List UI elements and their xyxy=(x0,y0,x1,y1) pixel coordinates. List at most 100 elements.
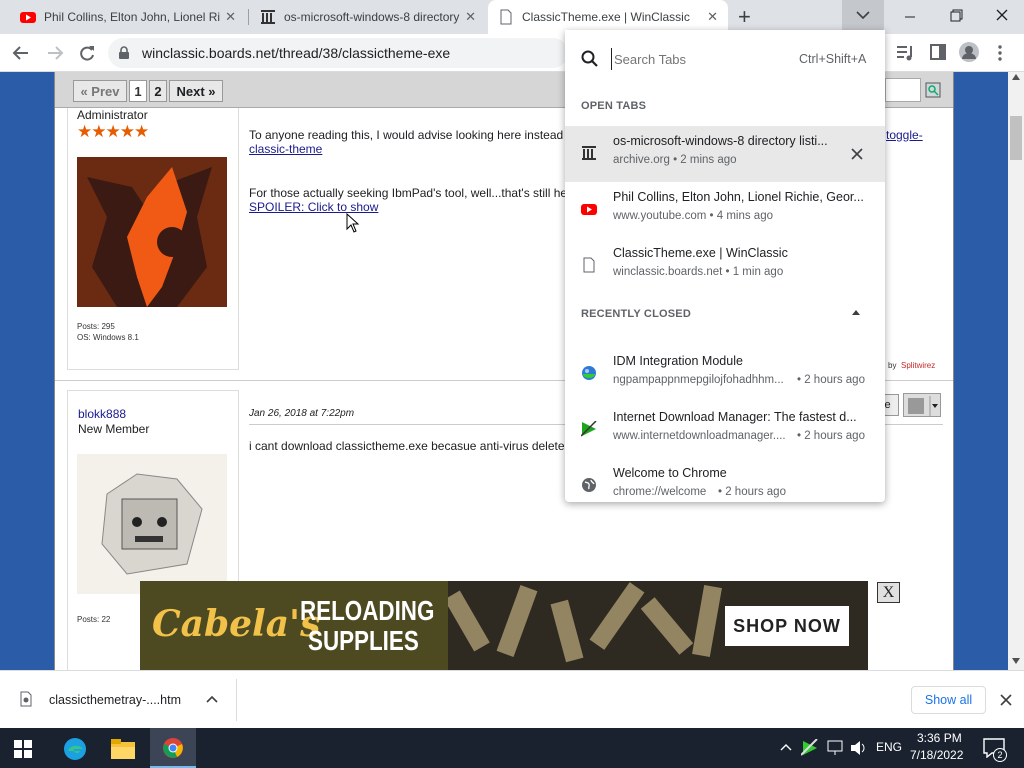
archive-icon xyxy=(582,146,596,160)
close-tab-icon[interactable] xyxy=(851,148,863,160)
scroll-thumb[interactable] xyxy=(1010,116,1022,160)
minimize-icon[interactable] xyxy=(896,8,924,26)
download-separator xyxy=(236,679,237,721)
tab-strip: Phil Collins, Elton John, Lionel Richie,… xyxy=(0,0,1024,34)
url-text: winclassic.boards.net/thread/38/classict… xyxy=(142,45,451,61)
chrome-taskbar-button[interactable] xyxy=(150,728,196,768)
collapse-triangle-icon[interactable] xyxy=(852,310,860,316)
search-go-icon[interactable] xyxy=(925,82,941,98)
tab-search-popup: Ctrl+Shift+A OPEN TABS os-microsoft-wind… xyxy=(565,30,885,502)
tab-item-time: • 2 hours ago xyxy=(797,430,865,442)
back-icon[interactable] xyxy=(10,43,32,63)
closed-tab-item[interactable]: Internet Download Manager: The fastest d… xyxy=(565,402,885,458)
menu-kebab-icon[interactable] xyxy=(996,44,1004,62)
tab-item-title: Welcome to Chrome xyxy=(613,466,727,480)
page-icon xyxy=(583,257,595,273)
edge-icon[interactable] xyxy=(63,737,87,761)
file-explorer-icon[interactable] xyxy=(111,738,135,760)
user-avatar-image xyxy=(77,157,227,307)
tray-chevron-up-icon[interactable] xyxy=(779,742,793,752)
tab-item-title: Internet Download Manager: The fastest d… xyxy=(613,410,857,424)
forward-icon[interactable] xyxy=(44,43,66,63)
notification-count-badge: 2 xyxy=(993,748,1007,762)
open-tab-item[interactable]: ClassicTheme.exe | WinClassic winclassic… xyxy=(565,238,885,294)
post-options-button[interactable] xyxy=(903,393,941,417)
search-field[interactable] xyxy=(885,78,921,102)
download-filename[interactable]: classicthemetray-....htm xyxy=(49,693,181,707)
reload-icon[interactable] xyxy=(76,42,98,64)
ad-headline-line2: SUPPLIES xyxy=(308,625,419,656)
moderator-username[interactable]: Splitwirez xyxy=(901,361,935,370)
windows-taskbar: ENG 3:36 PM 7/18/2022 2 xyxy=(0,728,1024,768)
options-dropdown-icon xyxy=(908,396,938,416)
tab-search-button[interactable] xyxy=(842,0,884,34)
volume-icon[interactable] xyxy=(850,740,868,756)
side-panel-icon[interactable] xyxy=(930,44,946,60)
scroll-up-icon[interactable] xyxy=(1012,74,1020,80)
tab-item-subtitle: chrome://welcome xyxy=(613,486,707,498)
ad-close-button[interactable]: X xyxy=(877,582,900,603)
new-tab-button[interactable]: + xyxy=(738,4,751,30)
post-text-line: i cant download classictheme.exe becasue… xyxy=(249,439,571,453)
recently-closed-header: RECENTLY CLOSED xyxy=(581,308,691,320)
ad-brand-logo: Cabela's xyxy=(152,603,321,645)
moderated-by-label: by xyxy=(888,361,897,370)
rank-stars: ★★★★★ xyxy=(77,122,149,141)
address-bar[interactable]: winclassic.boards.net/thread/38/classict… xyxy=(108,38,568,68)
next-page-button[interactable]: Next » xyxy=(169,80,223,102)
clock-time[interactable]: 3:36 PM xyxy=(917,731,962,745)
tab-item-subtitle: winclassic.boards.net • 1 min ago xyxy=(613,266,784,278)
scroll-down-icon[interactable] xyxy=(1012,658,1020,664)
tab-item-title: Phil Collins, Elton John, Lionel Richie,… xyxy=(613,190,864,204)
network-icon[interactable] xyxy=(827,740,845,756)
tab-archive[interactable]: os-microsoft-windows-8 directory listi ✕ xyxy=(250,0,486,34)
advertisement-banner[interactable]: Cabela's RELOADING SUPPLIES SHOP NOW xyxy=(140,581,868,671)
input-language[interactable]: ENG xyxy=(876,740,902,754)
tab-item-title: IDM Integration Module xyxy=(613,354,743,368)
spoiler-toggle-link[interactable]: SPOILER: Click to show xyxy=(249,200,378,214)
close-tab-icon[interactable]: ✕ xyxy=(225,9,236,25)
chevron-down-icon xyxy=(856,11,870,20)
user-rank: New Member xyxy=(78,422,150,436)
tab-item-subtitle: www.youtube.com • 4 mins ago xyxy=(613,210,773,222)
page-1-button[interactable]: 1 xyxy=(129,80,147,102)
ad-shop-now-button[interactable]: SHOP NOW xyxy=(725,606,849,646)
chevron-up-icon[interactable] xyxy=(205,694,219,704)
post-link[interactable]: toggle- xyxy=(886,128,923,142)
tab-item-subtitle: archive.org • 2 mins ago xyxy=(613,154,737,166)
post-link[interactable]: classic-theme xyxy=(249,142,322,156)
closed-tab-item[interactable]: IDM Integration Module ngpampappnmepgilo… xyxy=(565,346,885,402)
archive-icon xyxy=(261,10,275,24)
post-count: Posts: 295 xyxy=(77,322,115,331)
closed-tab-item[interactable]: Welcome to Chrome chrome://welcome • 2 h… xyxy=(565,458,885,514)
close-tab-icon[interactable]: ✕ xyxy=(465,9,476,25)
clock-date[interactable]: 7/18/2022 xyxy=(910,748,963,762)
user-role: Administrator xyxy=(77,108,148,122)
close-download-bar-icon[interactable] xyxy=(999,693,1013,707)
username-link[interactable]: blokk888 xyxy=(78,407,126,421)
tab-winclassic[interactable]: ClassicTheme.exe | WinClassic ✕ xyxy=(488,0,728,34)
tab-item-time: • 2 hours ago xyxy=(797,374,865,386)
globe-icon xyxy=(582,478,596,492)
file-icon xyxy=(20,691,32,707)
page-2-button[interactable]: 2 xyxy=(149,80,167,102)
open-tab-item[interactable]: os-microsoft-windows-8 directory listi..… xyxy=(565,126,885,182)
windows-start-icon[interactable] xyxy=(14,740,32,758)
show-all-downloads-button[interactable]: Show all xyxy=(911,686,986,714)
idm-tray-icon[interactable] xyxy=(801,739,819,757)
close-window-icon[interactable] xyxy=(988,6,1016,26)
post-text-line: To anyone reading this, I would advise l… xyxy=(249,128,564,142)
tab-search-input[interactable] xyxy=(611,48,791,70)
idm-icon xyxy=(582,366,596,380)
media-control-icon[interactable] xyxy=(896,44,916,62)
tab-youtube[interactable]: Phil Collins, Elton John, Lionel Richie,… xyxy=(8,0,246,34)
lock-icon xyxy=(119,46,129,59)
restore-icon[interactable] xyxy=(942,6,970,26)
tab-title: ClassicTheme.exe | WinClassic xyxy=(522,10,690,24)
profile-avatar-icon[interactable] xyxy=(958,41,980,63)
tab-item-title: os-microsoft-windows-8 directory listi..… xyxy=(613,134,828,148)
prev-page-button[interactable]: « Prev xyxy=(73,80,127,102)
close-tab-icon[interactable]: ✕ xyxy=(707,9,718,25)
page-scrollbar[interactable] xyxy=(1008,72,1024,670)
open-tab-item[interactable]: Phil Collins, Elton John, Lionel Richie,… xyxy=(565,182,885,238)
